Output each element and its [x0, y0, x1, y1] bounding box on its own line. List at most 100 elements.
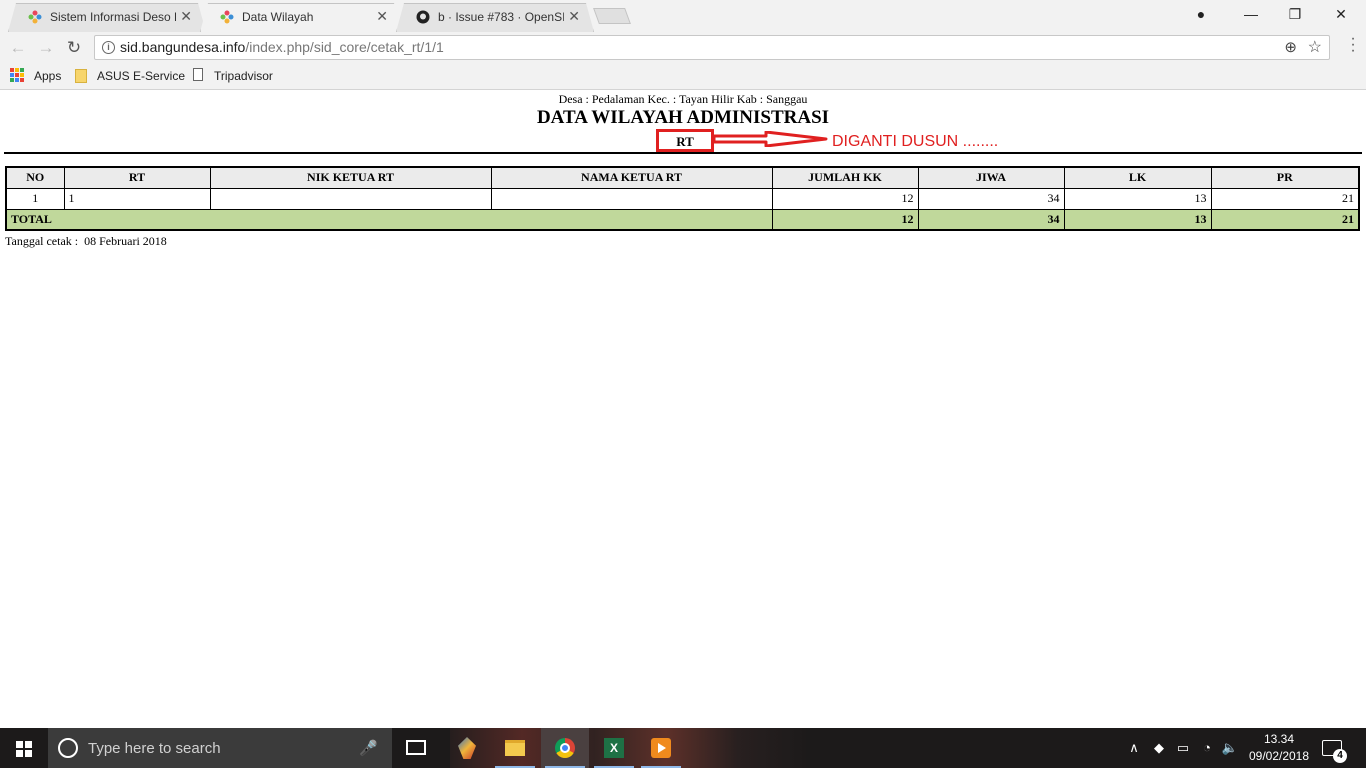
total-label: TOTAL — [5, 208, 773, 231]
url-text[interactable]: sid.bangundesa.info/index.php/sid_core/c… — [120, 36, 444, 59]
col-rt: RT — [63, 166, 211, 189]
show-hidden-icons-icon[interactable]: ∧ — [1125, 728, 1143, 768]
start-button[interactable] — [0, 728, 48, 768]
tab-title: Data Wilayah — [242, 10, 314, 24]
bookmarks-bar: Apps ASUS E-Service Tripadvisor — [0, 63, 1366, 90]
print-date-label: Tanggal cetak : — [5, 234, 79, 248]
network-icon[interactable]: ◔ — [1198, 728, 1216, 768]
bookmark-asus-e-service[interactable]: ASUS E-Service — [97, 69, 185, 83]
total-pr: 21 — [1210, 208, 1360, 231]
tab-github-issue[interactable]: b · Issue #783 · OpenSID ✕ — [396, 3, 594, 32]
cell-lk: 13 — [1063, 187, 1212, 210]
page-icon — [193, 68, 203, 81]
col-jumlah-kk: JUMLAH KK — [771, 166, 919, 189]
report-page: Desa : Pedalaman Kec. : Tayan Hilir Kab … — [0, 91, 1366, 728]
cell-nik — [209, 187, 492, 210]
gem-app-icon — [458, 737, 476, 759]
cell-jiwa: 34 — [917, 187, 1065, 210]
zoom-icon[interactable]: ⊕ — [1284, 36, 1297, 59]
annotation-note: DIGANTI DUSUN ........ — [832, 133, 999, 150]
excel-taskbar-button[interactable]: X — [590, 728, 638, 768]
tab-data-wilayah[interactable]: Data Wilayah ✕ — [200, 3, 402, 32]
col-jiwa: JIWA — [917, 166, 1065, 189]
report-subtitle: RT — [656, 129, 714, 152]
windows-logo-icon — [16, 741, 32, 757]
restore-button[interactable]: ❐ — [1272, 0, 1318, 30]
col-pr: PR — [1210, 166, 1360, 189]
tab-sistem-informasi[interactable]: Sistem Informasi Deso D ✕ — [8, 3, 206, 32]
task-view-icon — [406, 740, 426, 755]
tab-close-icon[interactable]: ✕ — [376, 8, 388, 25]
header-divider — [4, 152, 1362, 154]
apps-grid-icon[interactable] — [10, 68, 24, 82]
account-icon[interactable]: ● — [1178, 0, 1224, 30]
reload-button[interactable]: ↻ — [63, 37, 85, 59]
close-window-button[interactable]: ✕ — [1318, 0, 1364, 30]
col-nik: NIK KETUA RT — [209, 166, 492, 189]
github-icon — [416, 10, 430, 24]
cell-jumlah-kk: 12 — [771, 187, 919, 210]
media-player-icon — [651, 738, 671, 758]
media-player-button[interactable] — [637, 728, 685, 768]
volume-icon[interactable]: 🔈 — [1220, 728, 1240, 768]
chrome-menu-icon[interactable]: · · · — [1350, 31, 1356, 59]
total-jumlah-kk: 12 — [771, 208, 919, 231]
browser-toolbar: ← → ↻ i sid.bangundesa.info/index.php/si… — [0, 31, 1366, 63]
col-nama: NAMA KETUA RT — [490, 166, 773, 189]
address-bar[interactable]: i sid.bangundesa.info/index.php/sid_core… — [94, 35, 1330, 60]
opensid-favicon-icon — [28, 10, 42, 24]
file-explorer-button[interactable] — [491, 728, 539, 768]
total-lk: 13 — [1063, 208, 1212, 231]
windows-taskbar: Type here to search 🎤 X ∧ ◆ ▭ ◔ 🔈 13.34 … — [0, 728, 1366, 768]
new-tab-button[interactable] — [593, 8, 631, 24]
print-date-value: 08 Februari 2018 — [84, 234, 167, 248]
tab-strip: Sistem Informasi Deso D ✕ Data Wilayah ✕… — [0, 0, 1366, 32]
cortana-icon — [58, 738, 78, 758]
cell-rt: 1 — [63, 187, 211, 210]
dropbox-icon[interactable]: ◆ — [1150, 728, 1168, 768]
tab-close-icon[interactable]: ✕ — [568, 8, 580, 25]
info-icon[interactable]: i — [102, 41, 115, 54]
annotation-arrow — [714, 131, 828, 147]
tab-title: b · Issue #783 · OpenSID — [438, 10, 564, 24]
col-no: NO — [5, 166, 65, 189]
bookmark-tripadvisor[interactable]: Tripadvisor — [214, 69, 273, 83]
microphone-icon[interactable]: 🎤 — [359, 739, 378, 757]
tab-title: Sistem Informasi Deso D — [50, 10, 176, 24]
back-button[interactable]: ← — [7, 37, 29, 59]
opensid-favicon-icon — [220, 10, 234, 24]
url-host: sid.bangundesa.info — [120, 39, 246, 55]
cell-nama — [490, 187, 773, 210]
region-header-line: Desa : Pedalaman Kec. : Tayan Hilir Kab … — [558, 92, 808, 106]
system-clock[interactable]: 13.34 09/02/2018 — [1244, 731, 1314, 765]
bookmark-apps[interactable]: Apps — [34, 69, 61, 83]
folder-icon — [75, 69, 87, 83]
table-header-row: NO RT NIK KETUA RT NAMA KETUA RT JUMLAH … — [5, 166, 1360, 189]
bookmark-star-icon[interactable]: ☆ — [1308, 36, 1322, 59]
file-explorer-icon — [505, 740, 525, 756]
battery-icon[interactable]: ▭ — [1174, 728, 1192, 768]
tab-close-icon[interactable]: ✕ — [180, 8, 192, 25]
col-lk: LK — [1063, 166, 1212, 189]
excel-icon: X — [604, 738, 624, 758]
clock-time: 13.34 — [1263, 732, 1295, 746]
gem-app-button[interactable] — [443, 728, 491, 768]
clock-date: 09/02/2018 — [1248, 749, 1310, 763]
minimize-button[interactable]: — — [1228, 0, 1274, 30]
taskbar-search[interactable]: Type here to search 🎤 — [48, 728, 392, 768]
notification-count-badge: 4 — [1333, 749, 1347, 763]
chrome-taskbar-button[interactable] — [541, 728, 589, 768]
url-path: /index.php/sid_core/cetak_rt/1/1 — [245, 39, 444, 55]
page-title: DATA WILAYAH ADMINISTRASI — [536, 107, 830, 128]
region-table: NO RT NIK KETUA RT NAMA KETUA RT JUMLAH … — [5, 166, 1360, 231]
cell-pr: 21 — [1210, 187, 1360, 210]
chrome-icon — [555, 738, 575, 758]
search-placeholder: Type here to search — [88, 740, 221, 757]
cell-no: 1 — [5, 187, 65, 210]
total-jiwa: 34 — [917, 208, 1065, 231]
forward-button[interactable]: → — [35, 37, 57, 59]
table-row: 1 1 12 34 13 21 — [5, 187, 1360, 210]
print-date: Tanggal cetak : 08 Februari 2018 — [5, 234, 167, 249]
task-view-button[interactable] — [392, 728, 440, 768]
total-row: TOTAL 12 34 13 21 — [5, 208, 1360, 231]
